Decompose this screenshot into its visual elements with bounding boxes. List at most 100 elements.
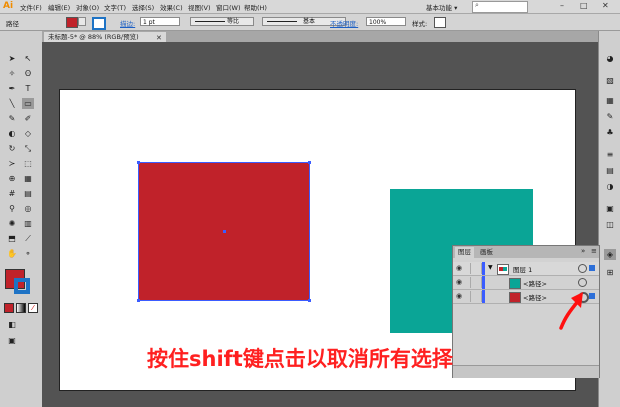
search-input[interactable]: ⌕ — [472, 1, 528, 13]
blend-tool-icon[interactable]: ◎ — [22, 203, 34, 214]
opacity-label[interactable]: 不透明度: — [330, 18, 358, 28]
gradient-panel-icon[interactable]: ▤ — [604, 165, 616, 176]
none-mode-icon[interactable]: ⁄ — [28, 303, 38, 313]
paintbrush-tool-icon[interactable]: ✎ — [6, 113, 18, 124]
perspective-grid-tool-icon[interactable]: ▦ — [22, 173, 34, 184]
hand-tool-icon[interactable]: ✋ — [6, 248, 18, 259]
path-thumbnail — [509, 292, 521, 303]
workspace-switcher[interactable]: 基本功能 ▾ — [426, 2, 457, 12]
stroke-panel-icon[interactable]: ≡ — [604, 149, 616, 160]
expand-triangle-icon[interactable]: ▼ — [488, 264, 493, 271]
menu-object[interactable]: 对象(O) — [76, 2, 99, 12]
width-tool-icon[interactable]: ≻ — [6, 158, 18, 169]
menu-file[interactable]: 文件(F) — [20, 2, 42, 12]
lock-toggle[interactable] — [470, 291, 482, 302]
direct-selection-tool-icon[interactable]: ↖ — [22, 53, 34, 64]
selection-indicator[interactable] — [589, 265, 595, 271]
rotate-tool-icon[interactable]: ↻ — [6, 143, 18, 154]
stroke-swatch[interactable] — [92, 17, 106, 30]
graphic-styles-icon[interactable]: ◫ — [604, 219, 616, 230]
transparency-panel-icon[interactable]: ◑ — [604, 181, 616, 192]
zoom-tool-icon[interactable]: ⚬ — [22, 248, 34, 259]
anchor-point[interactable] — [308, 299, 311, 302]
blob-brush-tool-icon[interactable]: ◐ — [6, 128, 18, 139]
eye-icon[interactable]: ◉ — [456, 278, 462, 286]
shape-builder-tool-icon[interactable]: ⊕ — [6, 173, 18, 184]
layers-panel-icon[interactable]: ◈ — [604, 249, 616, 260]
anchor-point[interactable] — [308, 161, 311, 164]
line-tool-icon[interactable]: ╲ — [6, 98, 18, 109]
color-guide-icon[interactable]: ▧ — [604, 75, 616, 86]
menu-effect[interactable]: 效果(C) — [160, 2, 183, 12]
lock-toggle[interactable] — [470, 277, 482, 288]
slice-tool-icon[interactable]: ⟋ — [22, 233, 34, 244]
swatches-panel-icon[interactable]: ▦ — [604, 95, 616, 106]
minimize-button[interactable]: – — [560, 1, 564, 10]
eraser-tool-icon[interactable]: ◇ — [22, 128, 34, 139]
pen-tool-icon[interactable]: ✒ — [6, 83, 18, 94]
scale-tool-icon[interactable]: ⤡ — [22, 143, 34, 154]
column-graph-tool-icon[interactable]: ▥ — [22, 218, 34, 229]
menu-window[interactable]: 窗口(W) — [216, 2, 241, 12]
target-icon[interactable] — [578, 278, 587, 287]
color-panel-icon[interactable]: ◕ — [604, 53, 616, 64]
stroke-label[interactable]: 描边: — [120, 18, 135, 28]
target-icon[interactable] — [578, 264, 587, 273]
selection-indicator[interactable] — [589, 293, 595, 299]
menu-view[interactable]: 视图(V) — [188, 2, 211, 12]
gradient-mode-icon[interactable] — [16, 303, 26, 313]
lock-toggle[interactable] — [470, 263, 482, 274]
menu-help[interactable]: 帮助(H) — [244, 2, 267, 12]
search-icon: ⌕ — [475, 1, 479, 9]
type-tool-icon[interactable]: T — [22, 83, 34, 94]
symbol-sprayer-tool-icon[interactable]: ✺ — [6, 218, 18, 229]
panel-menu-icon[interactable]: ≡ — [591, 247, 597, 255]
tab-artboards[interactable]: 画板 — [477, 247, 496, 258]
right-panel-dock: ◕ ▧ ▦ ✎ ♣ ≡ ▤ ◑ ▣ ◫ ◈ ⊞ — [598, 31, 620, 407]
symbols-panel-icon[interactable]: ♣ — [604, 127, 616, 138]
stroke-weight-field[interactable]: 1 pt — [140, 17, 180, 26]
tab-layers[interactable]: 图层 — [455, 247, 474, 258]
magic-wand-tool-icon[interactable]: ✧ — [6, 68, 18, 79]
path-name: <路径> — [523, 280, 547, 288]
menu-select[interactable]: 选择(S) — [132, 2, 154, 12]
menu-edit[interactable]: 编辑(E) — [48, 2, 70, 12]
eye-icon[interactable]: ◉ — [456, 292, 462, 300]
pencil-tool-icon[interactable]: ✐ — [22, 113, 34, 124]
maximize-button[interactable]: □ — [580, 1, 588, 10]
fill-dropdown[interactable] — [78, 17, 86, 26]
artboards-panel-icon[interactable]: ⊞ — [604, 267, 616, 278]
selection-tool-icon[interactable]: ➤ — [6, 53, 18, 64]
document-tab[interactable]: 未标题-5* @ 88% (RGB/预览) ✕ — [44, 32, 166, 42]
brushes-panel-icon[interactable]: ✎ — [604, 111, 616, 122]
lasso-tool-icon[interactable]: ʘ — [22, 68, 34, 79]
color-mode-icon[interactable] — [4, 303, 14, 313]
layer-color-bar — [482, 276, 485, 289]
stroke-color-swatch[interactable] — [14, 278, 30, 294]
menu-bar: Ai 文件(F) 编辑(E) 对象(O) 文字(T) 选择(S) 效果(C) 视… — [0, 0, 620, 14]
red-rectangle[interactable] — [137, 161, 311, 302]
layer-row[interactable]: ◉ ▼ 图层 1 — [453, 262, 599, 276]
appearance-panel-icon[interactable]: ▣ — [604, 203, 616, 214]
anchor-point[interactable] — [137, 161, 140, 164]
screen-mode-icon[interactable]: ▣ — [6, 335, 18, 346]
eye-icon[interactable]: ◉ — [456, 264, 462, 272]
close-button[interactable]: ✕ — [602, 1, 609, 10]
graphic-style-swatch[interactable] — [434, 17, 446, 28]
document-title: 未标题-5* @ 88% (RGB/预览) — [48, 33, 139, 41]
profile-label: 等比 — [227, 18, 240, 25]
fill-swatch[interactable] — [66, 17, 78, 28]
variable-width-profile[interactable]: 等比 — [190, 17, 254, 26]
free-transform-tool-icon[interactable]: ⬚ — [22, 158, 34, 169]
draw-mode-icon[interactable]: ◧ — [6, 319, 18, 330]
mesh-tool-icon[interactable]: # — [6, 188, 18, 199]
menu-type[interactable]: 文字(T) — [104, 2, 126, 12]
style-label: 样式: — [412, 20, 428, 28]
collapse-icon[interactable]: » — [581, 247, 585, 255]
gradient-tool-icon[interactable]: ▤ — [22, 188, 34, 199]
artboard-tool-icon[interactable]: ⬒ — [6, 233, 18, 244]
rectangle-tool-icon[interactable]: ▭ — [22, 98, 34, 109]
anchor-point[interactable] — [137, 299, 140, 302]
opacity-field[interactable]: 100% — [366, 17, 406, 26]
eyedropper-tool-icon[interactable]: ⚲ — [6, 203, 18, 214]
